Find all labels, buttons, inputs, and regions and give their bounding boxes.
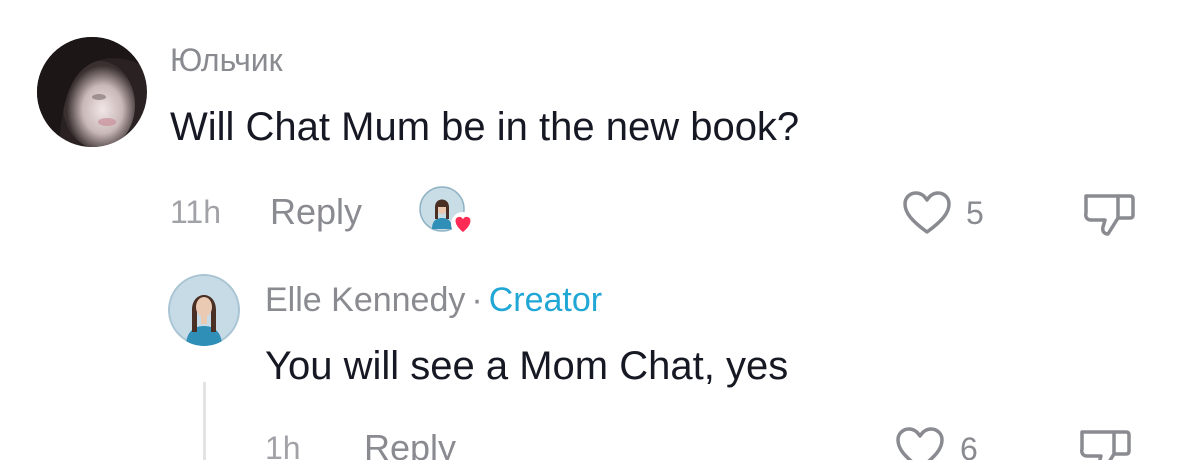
reply-timestamp: 1h	[265, 430, 301, 460]
thumbs-down-icon[interactable]	[1082, 188, 1136, 240]
reply-header: Elle Kennedy · Creator	[265, 283, 602, 317]
thread-line	[203, 382, 206, 460]
reply-button[interactable]: Reply	[270, 194, 362, 230]
comment-timestamp: 11h	[170, 194, 222, 230]
thumbs-down-icon[interactable]	[1078, 424, 1132, 460]
reply-like-count: 6	[960, 431, 978, 460]
heart-outline-icon[interactable]	[895, 426, 945, 460]
separator-dot: ·	[471, 281, 483, 319]
avatar[interactable]	[37, 37, 147, 147]
creator-liked-badge	[418, 185, 476, 239]
reply-avatar[interactable]	[168, 274, 240, 346]
heart-outline-icon[interactable]	[902, 190, 952, 236]
reply-text: You will see a Mom Chat, yes	[265, 344, 789, 388]
creator-badge: Creator	[488, 281, 603, 319]
like-count: 5	[966, 195, 984, 231]
comment-username[interactable]: Юльчик	[170, 44, 283, 76]
comment-text: Will Chat Mum be in the new book?	[170, 105, 800, 149]
heart-filled-icon	[451, 212, 475, 236]
reply-reply-button[interactable]: Reply	[364, 430, 456, 460]
comments-panel: Юльчик Will Chat Mum be in the new book?…	[0, 0, 1179, 460]
reply-author-name[interactable]: Elle Kennedy	[265, 281, 465, 319]
